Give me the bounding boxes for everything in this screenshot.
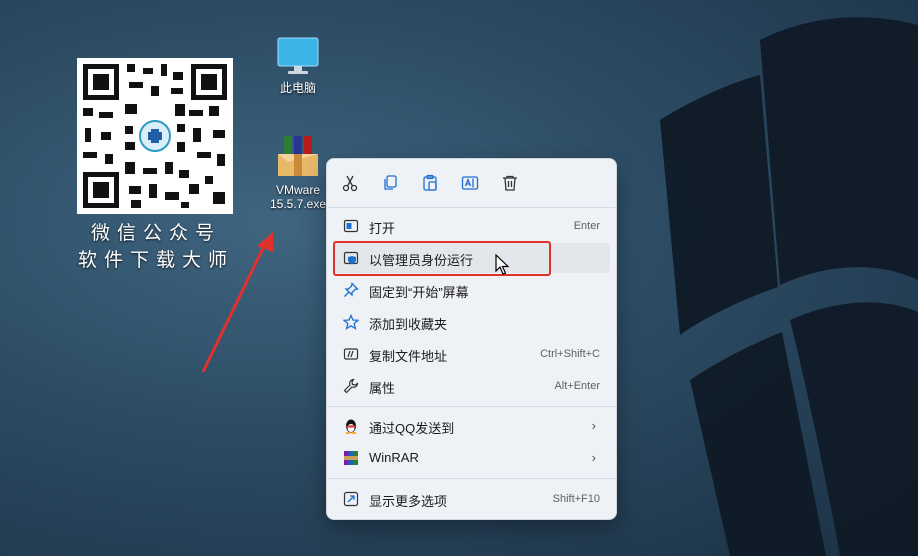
menu-item-show-more-options[interactable]: 显示更多选项 Shift+F10 [333,484,610,514]
winrar-archive-icon [278,136,318,176]
menu-item-copy-path[interactable]: 复制文件地址 Ctrl+Shift+C [333,339,610,369]
menu-item-label: 属性 [369,381,396,396]
menu-item-label: 复制文件地址 [369,349,448,364]
open-icon [342,217,360,235]
menu-item-label: WinRAR [369,450,419,465]
paste-icon[interactable] [418,171,442,195]
menu-item-send-via-qq[interactable]: 通过QQ发送到 › [333,411,610,441]
desktop-icon-label: 此电脑 [279,81,316,95]
menu-item-shortcut: Alt+Enter [554,380,600,392]
monitor-icon [277,37,319,74]
menu-item-winrar[interactable]: WinRAR › [333,443,610,473]
menu-item-open[interactable]: 打开 Enter [333,211,610,241]
menu-item-shortcut: Ctrl+Shift+C [540,348,600,360]
copy-icon[interactable] [378,171,402,195]
copy-path-icon [342,345,360,363]
annotation-highlight-box [333,241,551,276]
menu-item-pin-to-start[interactable]: 固定到“开始”屏幕 [333,275,610,305]
pin-icon [342,281,360,299]
star-icon [342,313,360,331]
desktop-icon-label-line1: VMware [275,183,320,197]
cut-icon[interactable] [338,171,362,195]
desktop-icon-this-pc[interactable]: 此电脑 [266,36,330,96]
menu-item-shortcut: Enter [573,220,600,232]
menu-item-label: 打开 [369,221,396,236]
qr-code [77,58,233,214]
winrar-icon [342,449,360,467]
show-more-icon [342,490,360,508]
desktop-icon-label-line2: 15.5.7.exe [269,197,327,211]
mouse-cursor-icon [495,254,510,275]
menu-separator [328,478,615,479]
context-menu-toolbar [327,159,616,207]
menu-item-properties[interactable]: 属性 Alt+Enter [333,371,610,401]
wrench-icon [342,377,360,395]
context-menu: 打开 Enter 以管理员身份运行 固定到“开始”屏幕 添加到收藏夹 复制文件地… [326,158,617,520]
menu-item-label: 固定到“开始”屏幕 [369,285,469,300]
rename-icon[interactable] [458,171,482,195]
menu-item-label: 显示更多选项 [369,494,448,509]
menu-item-shortcut: Shift+F10 [552,493,600,505]
menu-separator [328,207,615,208]
desktop-icon-vmware-exe[interactable]: VMware 15.5.7.exe [266,134,330,211]
menu-item-label: 通过QQ发送到 [369,421,455,436]
chevron-right-icon: › [591,450,596,465]
delete-icon[interactable] [498,171,522,195]
qq-penguin-icon [342,417,360,435]
menu-item-add-to-favorites[interactable]: 添加到收藏夹 [333,307,610,337]
chevron-right-icon: › [591,418,596,433]
annotation-arrow [201,232,273,373]
menu-separator [328,406,615,407]
menu-item-label: 添加到收藏夹 [369,317,448,332]
